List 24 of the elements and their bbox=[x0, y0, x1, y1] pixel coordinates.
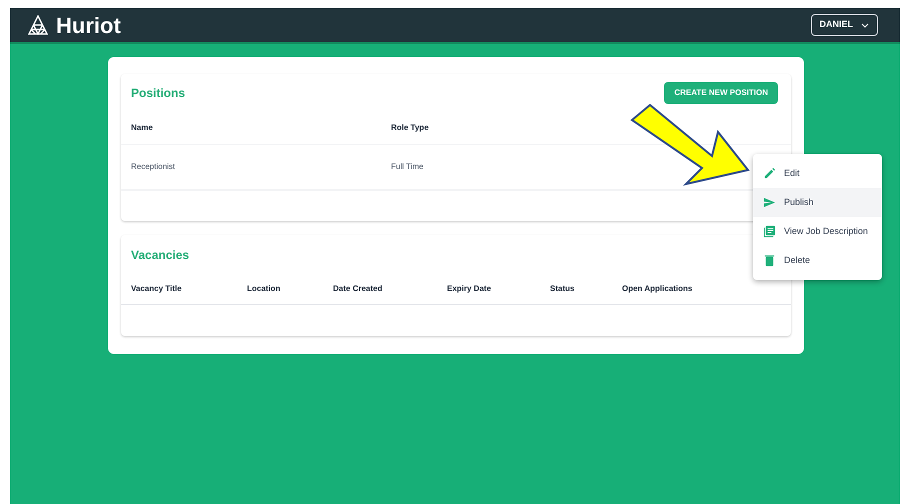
column-header: Name bbox=[131, 122, 154, 134]
section-title: Positions bbox=[131, 85, 186, 102]
user-menu-button[interactable]: DANIEL bbox=[810, 14, 878, 36]
column-header: Date Created bbox=[333, 283, 384, 295]
column-header: Role Type bbox=[391, 122, 430, 134]
chevron-down-icon bbox=[861, 22, 869, 28]
section-title: Vacancies bbox=[131, 247, 190, 264]
document-stack-icon bbox=[763, 225, 776, 238]
table-cell-text: Full Time bbox=[391, 161, 424, 173]
menu-item[interactable]: Publish bbox=[753, 188, 882, 217]
pencil-icon bbox=[763, 167, 776, 180]
column-header: Status bbox=[550, 283, 576, 295]
menu-item[interactable]: Delete bbox=[753, 246, 882, 275]
table-cell-text: Receptionist bbox=[131, 161, 176, 173]
column-header: Expiry Date bbox=[447, 283, 492, 295]
send-icon bbox=[763, 196, 776, 209]
trash-icon bbox=[763, 254, 776, 267]
column-header: Open Applications bbox=[622, 283, 694, 295]
menu-item[interactable]: View Job Description bbox=[753, 217, 882, 246]
column-header: Location bbox=[247, 283, 282, 295]
menu-item[interactable]: Edit bbox=[753, 159, 882, 188]
logo-icon bbox=[28, 15, 48, 35]
app-logo-text: Huriot bbox=[56, 12, 121, 40]
column-header: Vacancy Title bbox=[131, 283, 183, 295]
